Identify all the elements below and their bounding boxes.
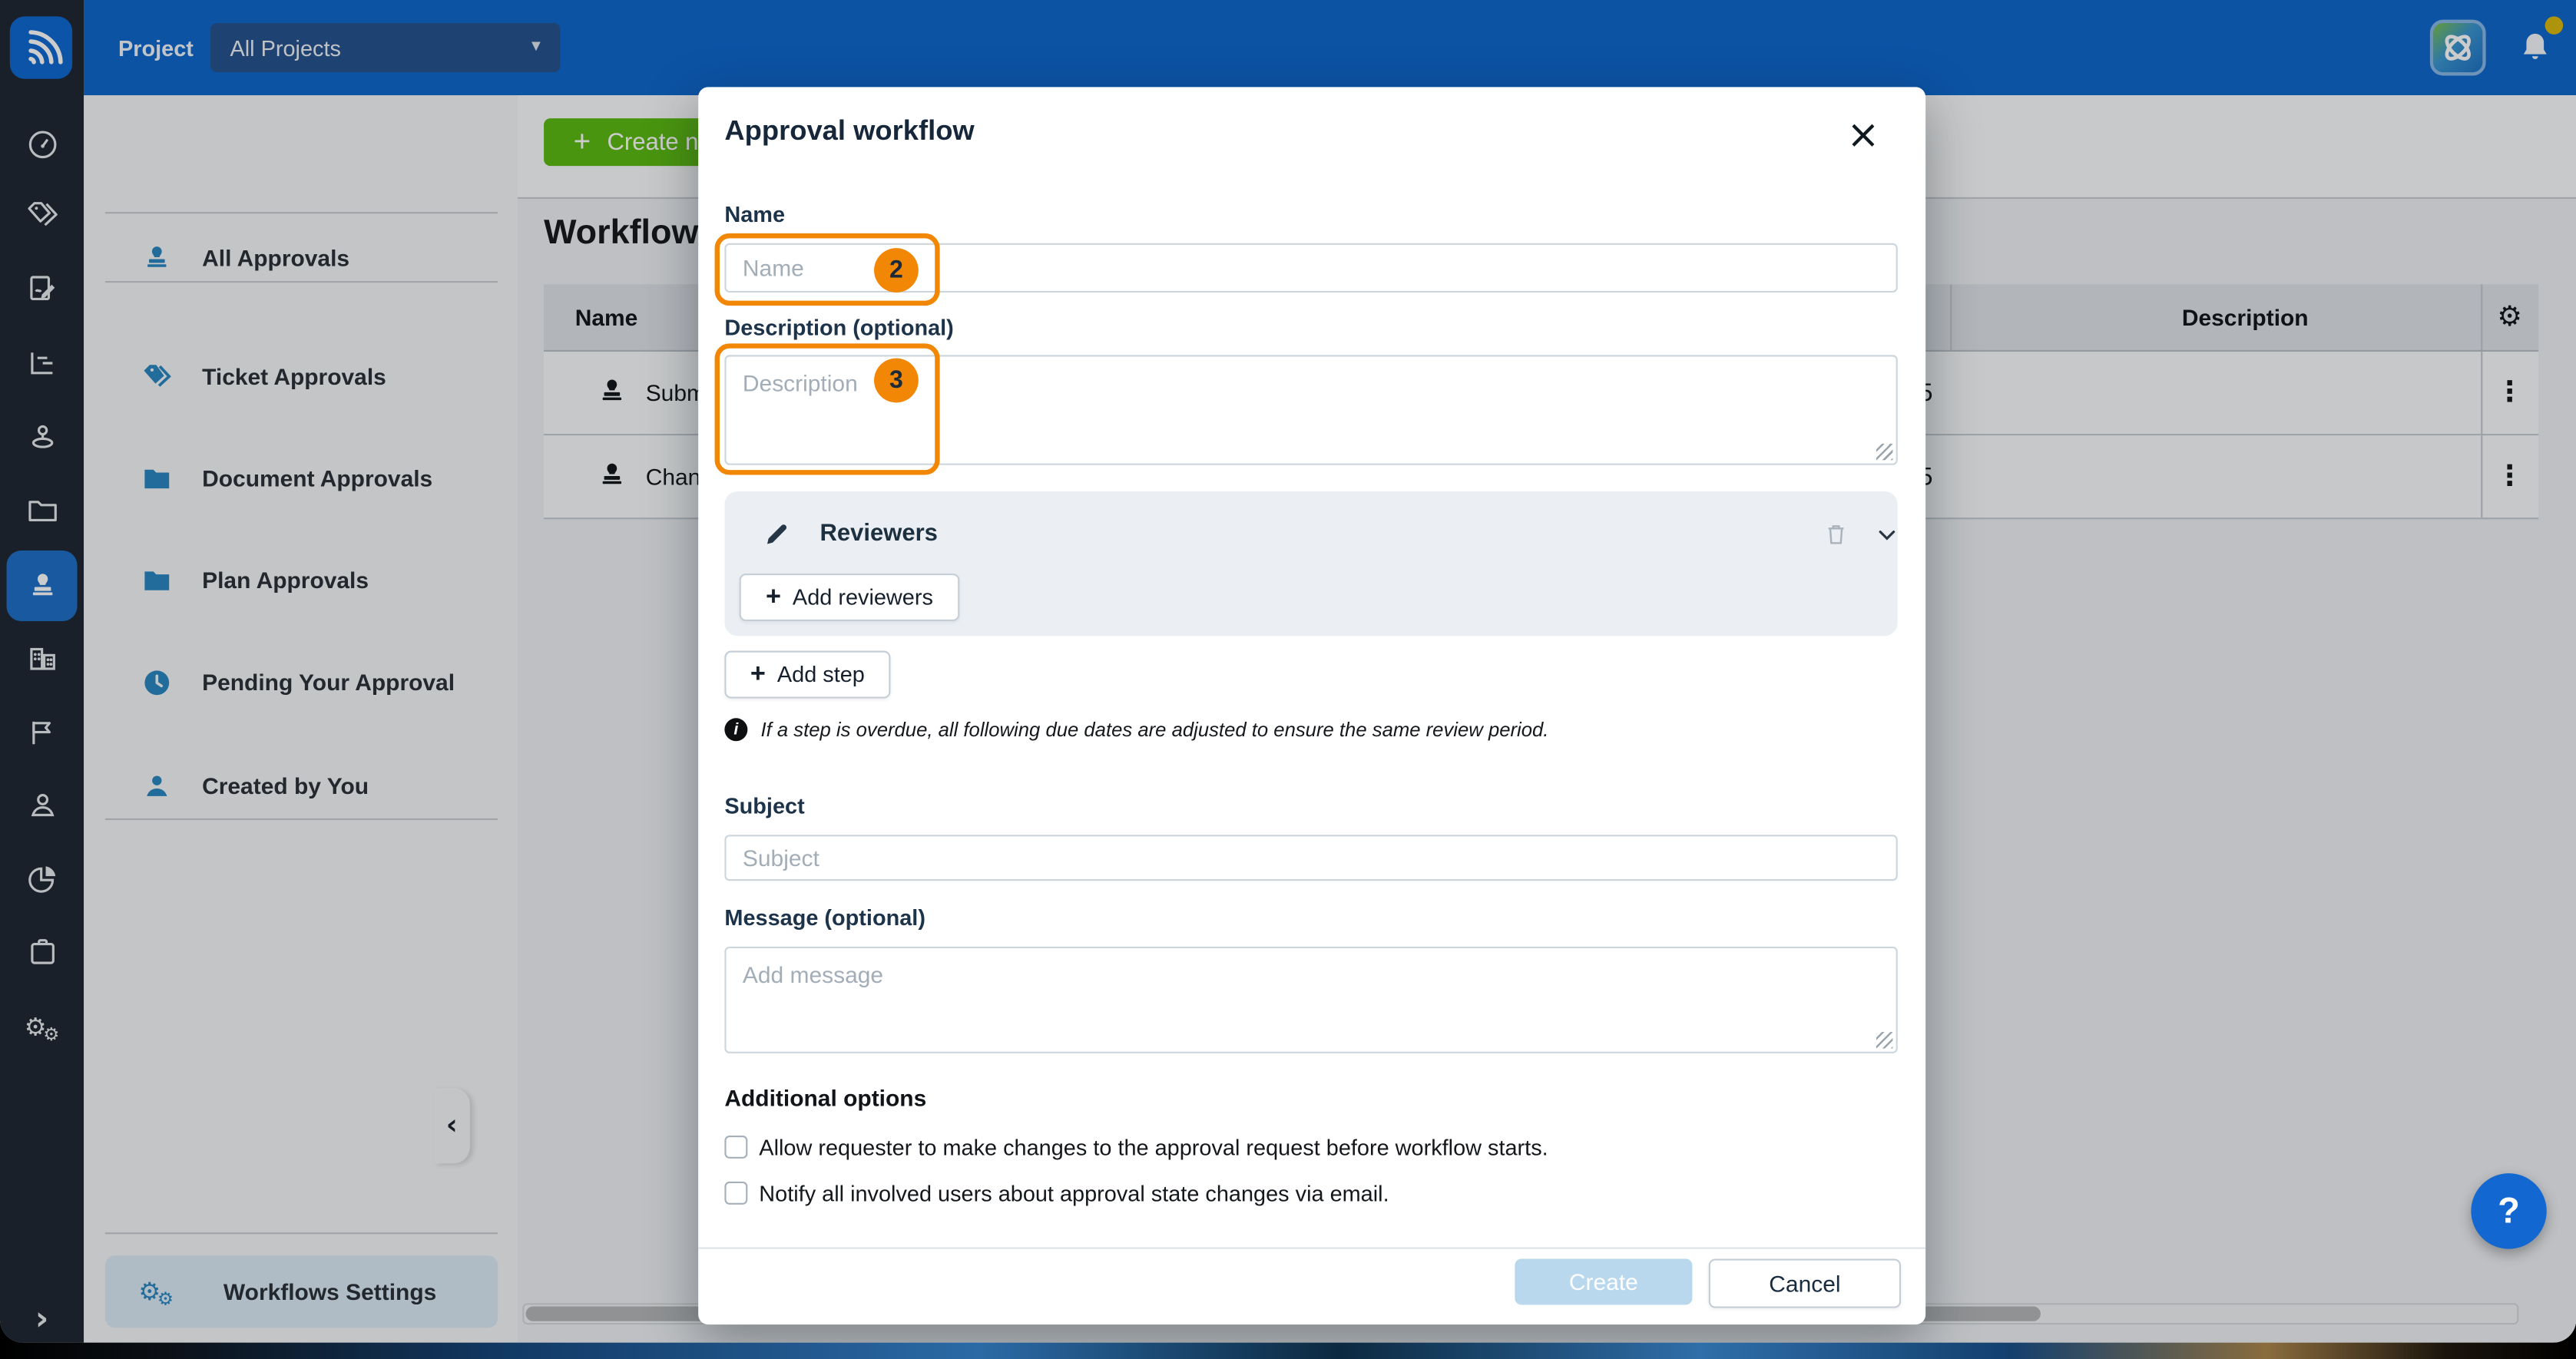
add-step-label: Add step [777, 663, 865, 687]
approval-workflow-modal: Approval workflow × Name 2 Description (… [698, 87, 1925, 1324]
help-button[interactable]: ? [2471, 1173, 2546, 1248]
trash-icon[interactable] [1819, 517, 1852, 551]
add-reviewers-button[interactable]: + Add reviewers [740, 574, 960, 621]
annotation-badge-2: 2 [874, 248, 919, 293]
info-note: If a step is overdue, all following due … [760, 718, 1548, 741]
footer-divider [698, 1247, 1925, 1248]
reviewers-step-card: Reviewers + Add reviewers [724, 491, 1897, 636]
add-step-button[interactable]: + Add step [724, 651, 890, 699]
step-title: Reviewers [819, 516, 937, 552]
resize-handle[interactable] [1876, 444, 1892, 460]
resize-handle[interactable] [1876, 1032, 1892, 1048]
cancel-button[interactable]: Cancel [1709, 1258, 1901, 1308]
screen: Project All Projects ▾ [0, 0, 2576, 1359]
annotation-badge-3: 3 [874, 359, 919, 403]
pencil-icon [760, 517, 793, 551]
checkbox-allow-requester[interactable] [724, 1136, 747, 1159]
plus-icon: + [766, 583, 781, 613]
create-button[interactable]: Create [1515, 1258, 1692, 1304]
subject-input[interactable] [724, 835, 1897, 881]
checkbox-label: Allow requester to make changes to the a… [759, 1136, 1548, 1160]
checkbox-notify-users[interactable] [724, 1182, 747, 1205]
message-label: Message (optional) [724, 905, 925, 930]
add-reviewers-label: Add reviewers [793, 585, 933, 610]
checkbox-label: Notify all involved users about approval… [759, 1182, 1389, 1206]
modal-title: Approval workflow [724, 115, 974, 148]
close-icon[interactable]: × [1839, 110, 1888, 159]
additional-options-heading: Additional options [724, 1085, 926, 1111]
chevron-down-icon[interactable] [1869, 517, 1902, 551]
message-input[interactable] [724, 947, 1897, 1053]
name-label: Name [724, 202, 785, 226]
subject-label: Subject [724, 794, 804, 818]
plus-icon: + [750, 660, 766, 689]
app-window: Project All Projects ▾ [0, 0, 2576, 1343]
info-icon: i [724, 718, 747, 741]
description-label: Description (optional) [724, 316, 953, 340]
